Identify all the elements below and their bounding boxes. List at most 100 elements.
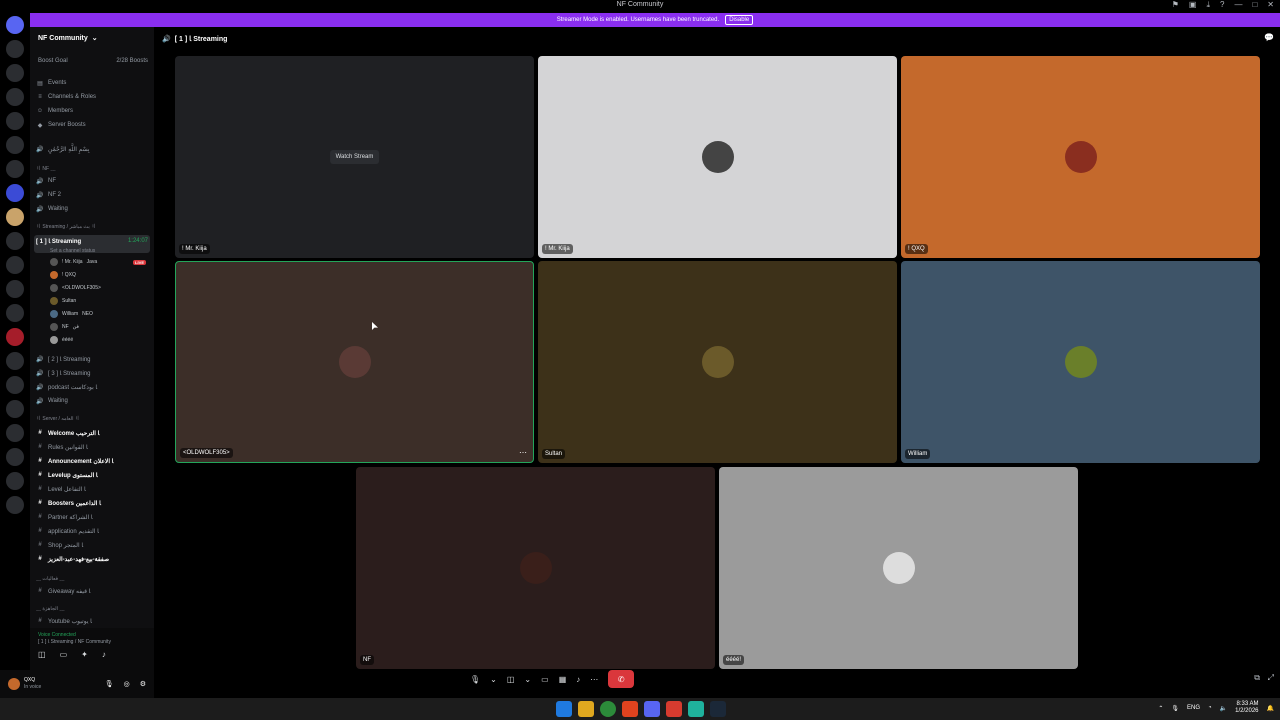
server-icon[interactable]	[6, 400, 24, 418]
voice-user-oldwolf[interactable]: <OLDWOLF305>	[50, 282, 101, 294]
quran-channel[interactable]: 🔊 بِسْمِ اللَّهِ الرَّحْمَٰنِ	[36, 143, 89, 155]
server-icon[interactable]	[6, 280, 24, 298]
start-icon[interactable]	[556, 701, 572, 717]
chrome-icon[interactable]	[600, 701, 616, 717]
category-events[interactable]: ﹏ فعاليات ﹏	[36, 575, 64, 585]
screenshare-icon[interactable]: ▭	[60, 650, 68, 659]
mic-icon[interactable]: 🎙	[470, 675, 480, 684]
channel-announcement[interactable]: # Announcement ﺎ الاعلان	[36, 455, 113, 467]
maximize-icon[interactable]: □	[1252, 0, 1257, 10]
disconnect-button[interactable]: ✆	[608, 670, 635, 688]
headphones-icon[interactable]: ◎	[124, 680, 130, 688]
more-icon[interactable]: ⋯	[590, 675, 598, 684]
voice-user-william[interactable]: William NEO	[50, 308, 93, 320]
channel-welcome[interactable]: # Welcome ﺎ الترحيب	[36, 427, 99, 439]
category-server[interactable]: 〢 Server / العامه 〢	[36, 415, 80, 425]
chevron-down-icon[interactable]: ⌄	[524, 675, 531, 684]
server-icon[interactable]	[6, 136, 24, 154]
channel-rules[interactable]: # Rules ﺎ القوانين	[36, 441, 88, 453]
app-icon[interactable]	[666, 701, 682, 717]
soundboard-icon[interactable]: ♪	[102, 650, 106, 659]
popout-icon[interactable]: ⧉	[1254, 673, 1260, 683]
mic-icon[interactable]: 🎙	[105, 680, 114, 688]
category-nf[interactable]: 〢 NF ﹏	[36, 165, 55, 175]
server-icon[interactable]	[6, 448, 24, 466]
video-tile[interactable]: ! Mr. Kiija	[538, 56, 897, 258]
voice-channel[interactable]: [ 1 ] ﺎ Streaming / NF Community	[38, 639, 111, 645]
channel-boosters[interactable]: # Boosters ﺎ الداعمين	[36, 497, 101, 509]
server-icon[interactable]	[6, 328, 24, 346]
voice-user-qxq[interactable]: ! QXQ	[50, 269, 76, 281]
add-server-icon[interactable]	[6, 472, 24, 490]
boost-goal[interactable]: Boost Goal 2/28 Boosts	[38, 55, 148, 67]
download-icon[interactable]: ⤓	[1206, 0, 1210, 10]
channel-levelup[interactable]: # Levelup ﺎ المستوى	[36, 469, 97, 481]
channel-level[interactable]: # Level ﺎ التفاعل	[36, 483, 85, 495]
server-header[interactable]: NF Community ⌄	[30, 27, 154, 49]
video-tile[interactable]: <OLDWOLF305> ⋯	[175, 261, 534, 463]
channel-nf[interactable]: 🔊 NF	[36, 175, 56, 187]
minimize-icon[interactable]: —	[1234, 0, 1242, 10]
category-streaming[interactable]: 〢 Streaming / بث مباشر 〢	[36, 223, 96, 233]
discord-icon[interactable]	[644, 701, 660, 717]
channel-giveaway[interactable]: # Giveaway ﺎ قيفه	[36, 585, 90, 597]
settings-icon[interactable]: ⚙	[140, 680, 146, 688]
activities-icon[interactable]: ▦	[559, 675, 567, 684]
server-icon[interactable]	[6, 88, 24, 106]
close-icon[interactable]: ✕	[1267, 0, 1274, 10]
channel-waiting-2[interactable]: 🔊 Waiting	[36, 395, 68, 407]
channel-podcast[interactable]: 🔊 podcast ﺎ بودكاست	[36, 381, 97, 393]
menu-events[interactable]: ▤ Events	[36, 77, 66, 89]
server-icon[interactable]	[6, 232, 24, 250]
menu-members[interactable]: ☺ Members	[36, 105, 73, 117]
chevron-up-icon[interactable]: ⌃	[1158, 705, 1163, 712]
video-tile[interactable]: NF	[356, 467, 715, 669]
channel-shop[interactable]: # Shop ﺎ المتجر	[36, 539, 83, 551]
app-icon[interactable]	[688, 701, 704, 717]
server-icon[interactable]	[6, 184, 24, 202]
file-explorer-icon[interactable]	[578, 701, 594, 717]
fullscreen-icon[interactable]: ⤢	[1268, 673, 1274, 683]
channel-waiting[interactable]: 🔊 Waiting	[36, 203, 68, 215]
channel-deal[interactable]: # صفقة-بيع-فهد-عبد-العزيز	[36, 553, 109, 565]
screen-icon[interactable]: ▣	[1189, 0, 1197, 10]
clock[interactable]: 8:33 AM 1/2/2026	[1235, 701, 1258, 715]
server-icon[interactable]	[6, 376, 24, 394]
discover-icon[interactable]	[6, 496, 24, 514]
server-icon[interactable]	[6, 352, 24, 370]
video-tile[interactable]: Sultan	[538, 261, 897, 463]
video-tile[interactable]: William	[901, 261, 1260, 463]
more-icon[interactable]: ⋯	[519, 448, 527, 457]
voice-user-kiija[interactable]: ! Mr. Kiija Java LIVE	[50, 256, 146, 268]
channel-nf2[interactable]: 🔊 NF 2	[36, 189, 61, 201]
voice-user-eeee[interactable]: éééé	[50, 334, 73, 346]
channel-partner[interactable]: # Partner ﺎ الشراكة	[36, 511, 92, 523]
camera-icon[interactable]: ◫	[38, 650, 46, 659]
channel-application[interactable]: # application ﺎ التقديم	[36, 525, 99, 537]
server-icon[interactable]	[6, 64, 24, 82]
category-ready[interactable]: ﹏ الجاهزة ﹏	[36, 605, 64, 615]
activities-icon[interactable]: ✦	[81, 650, 88, 659]
language[interactable]: ENG	[1187, 705, 1200, 711]
steam-icon[interactable]	[710, 701, 726, 717]
video-tile[interactable]: ! QXQ	[901, 56, 1260, 258]
chat-icon[interactable]: 💬	[1264, 33, 1274, 42]
voice-user-nf[interactable]: NF فن	[50, 321, 79, 333]
video-tile[interactable]: éééé!	[719, 467, 1078, 669]
notifications-icon[interactable]: 🔔	[1267, 705, 1274, 712]
server-icon[interactable]	[6, 256, 24, 274]
help-icon[interactable]: ?	[1220, 0, 1224, 10]
voice-user-sultan[interactable]: Sultan	[50, 295, 76, 307]
disable-button[interactable]: Disable	[725, 15, 754, 25]
channel-streaming-3[interactable]: 🔊[ 3 ] ﺎ Streaming	[36, 367, 90, 379]
server-icon[interactable]	[6, 40, 24, 58]
chevron-down-icon[interactable]: ⌄	[490, 675, 497, 684]
wifi-icon[interactable]: ◔	[1208, 705, 1212, 711]
server-icon[interactable]	[6, 304, 24, 322]
avatar[interactable]	[8, 678, 20, 690]
watch-stream-button[interactable]: Watch Stream	[329, 150, 380, 164]
soundboard-icon[interactable]: ♪	[576, 675, 580, 684]
mic-icon[interactable]: 🎙	[1171, 705, 1179, 712]
camera-off-icon[interactable]: ◫	[507, 675, 515, 684]
screenshare-icon[interactable]: ▭	[541, 675, 549, 684]
